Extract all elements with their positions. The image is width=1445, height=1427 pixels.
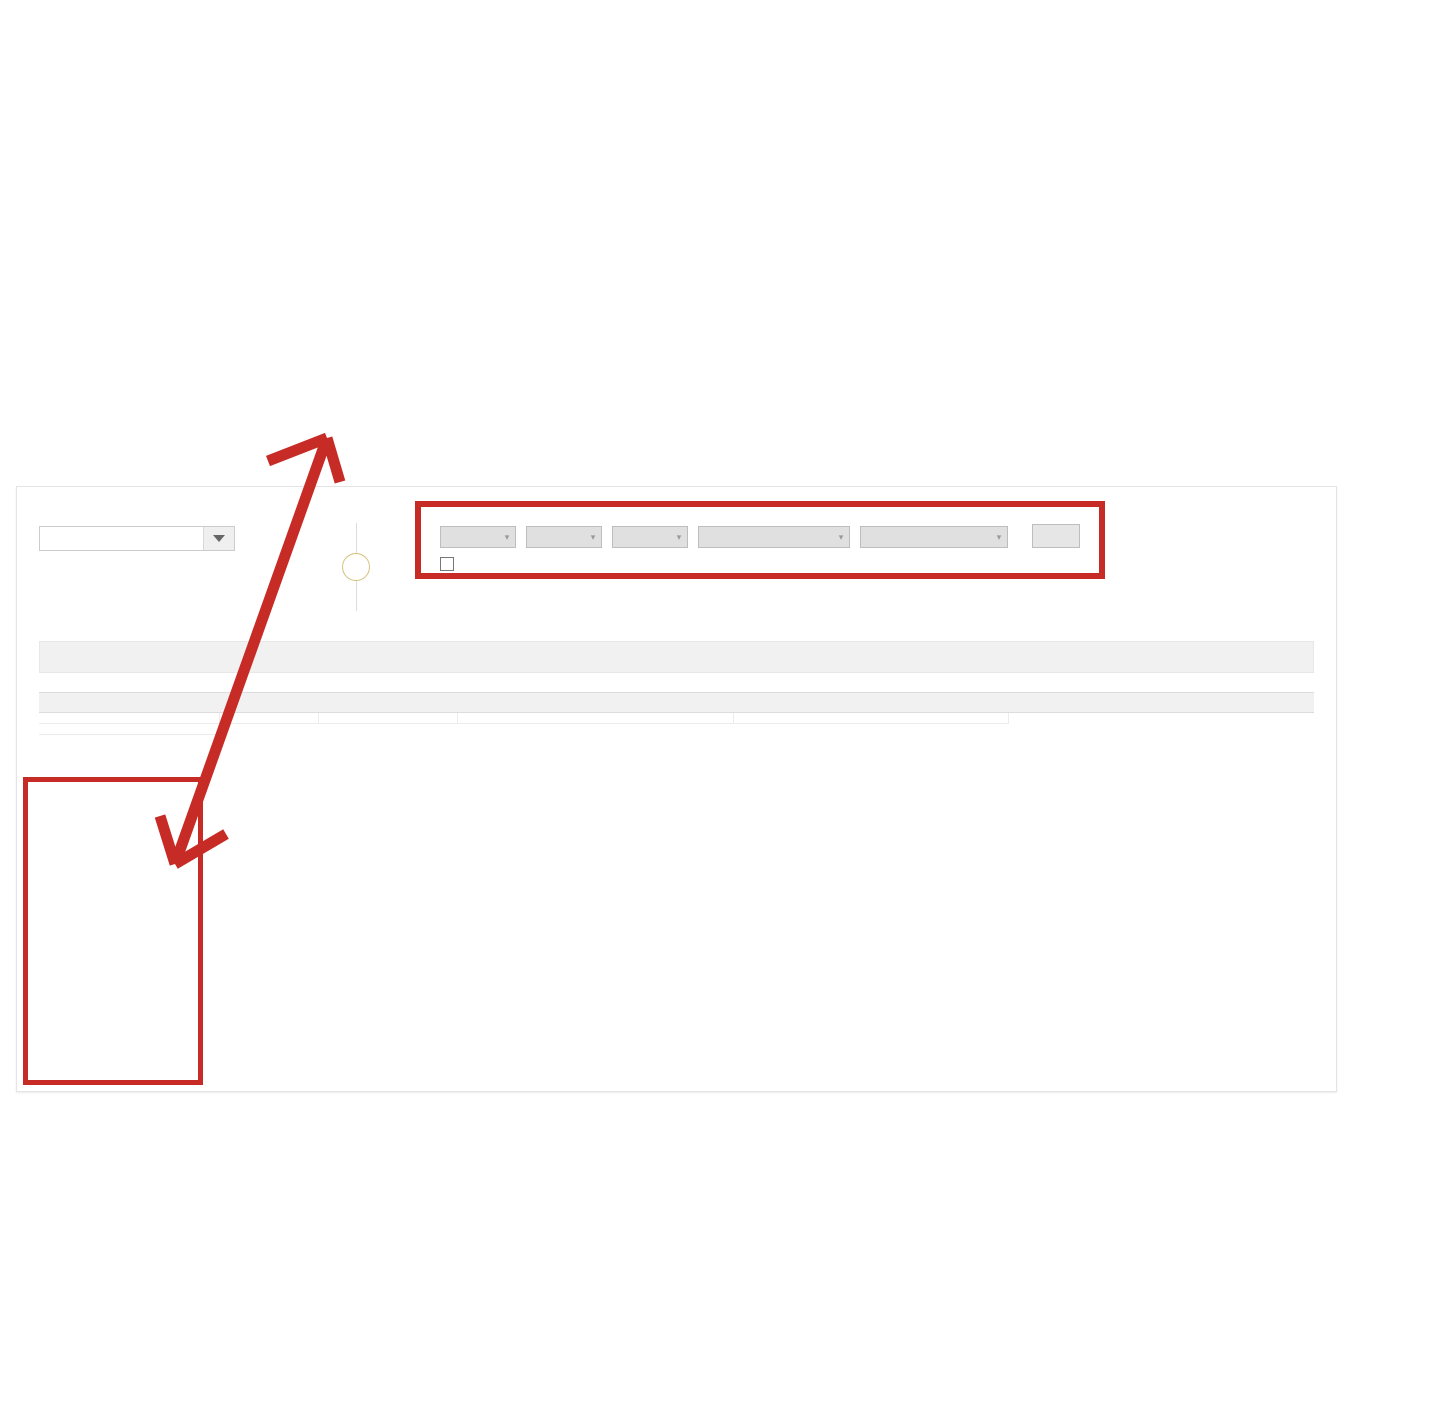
vehicle-finder-row: ▾ ▾ ▾ ▾ ▾ (39, 501, 1314, 611)
compatibility-table-body (39, 712, 1314, 735)
my-vehicles-select[interactable] (39, 526, 235, 551)
cell-make (219, 712, 319, 724)
model-select[interactable]: ▾ (612, 526, 688, 548)
column-header-year (219, 692, 318, 713)
year-select[interactable]: ▾ (440, 526, 516, 548)
or-divider-line-top (355, 523, 357, 553)
or-divider-label (342, 553, 370, 581)
my-vehicles-block (39, 519, 297, 573)
cell-engine (733, 712, 1009, 724)
cell-notes[interactable] (39, 723, 219, 735)
chevron-down-icon: ▾ (504, 531, 510, 542)
engine-select[interactable]: ▾ (860, 526, 1008, 548)
make-field: ▾ (526, 523, 602, 548)
column-header-make (318, 692, 457, 713)
or-divider-line-bottom (355, 581, 357, 611)
column-header-trim (733, 692, 1008, 713)
engine-field: ▾ (860, 523, 1008, 548)
make-select[interactable]: ▾ (526, 526, 602, 548)
trim-select[interactable]: ▾ (698, 526, 850, 548)
save-to-my-vehicles-row (440, 557, 1314, 571)
cell-trim (457, 712, 734, 724)
column-header-model (457, 692, 733, 713)
table-row (39, 723, 1314, 735)
chevron-down-icon: ▾ (838, 531, 844, 542)
table-header-row (39, 692, 1314, 713)
save-to-my-vehicles-checkbox[interactable] (440, 557, 454, 571)
chevron-down-icon: ▾ (590, 531, 596, 542)
model-field: ▾ (612, 523, 688, 548)
cell-year (39, 712, 220, 724)
chevron-down-icon (203, 527, 234, 550)
finder-selects: ▾ ▾ ▾ ▾ ▾ (415, 519, 1314, 548)
go-button[interactable] (1032, 524, 1080, 548)
compatibility-table (39, 692, 1314, 735)
cell-model (318, 712, 458, 724)
compatibility-panel: ▾ ▾ ▾ ▾ ▾ (16, 486, 1337, 1092)
trim-field: ▾ (698, 523, 850, 548)
chevron-down-icon: ▾ (996, 531, 1002, 542)
year-field: ▾ (440, 523, 516, 548)
compatibility-count-banner (39, 641, 1314, 673)
footer-instructions (0, 1100, 1445, 1152)
column-header-engine (1008, 692, 1314, 713)
year-make-model-finder: ▾ ▾ ▾ ▾ ▾ (415, 501, 1314, 579)
column-header-notes (39, 692, 219, 713)
or-divider (297, 519, 415, 611)
chevron-down-icon: ▾ (676, 531, 682, 542)
notes-column-highlight-annotation (23, 777, 203, 1085)
